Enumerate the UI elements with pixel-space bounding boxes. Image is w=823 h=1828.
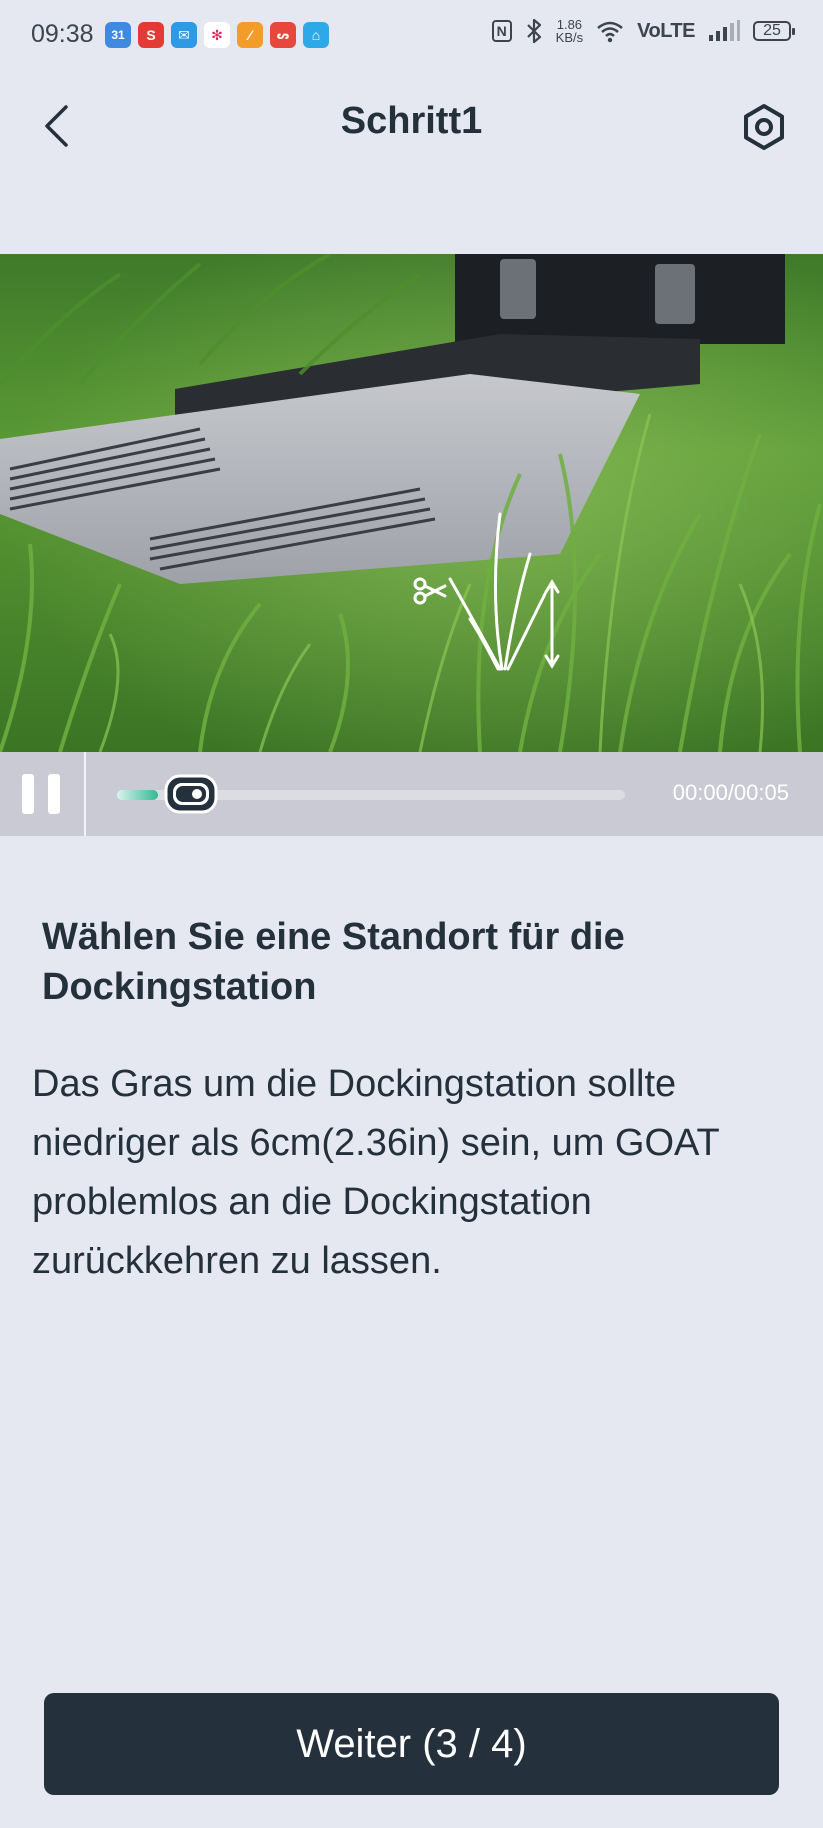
- red-app-icon: ᔕ: [270, 22, 296, 48]
- fix-app-icon: ⁄: [237, 22, 263, 48]
- status-bar: 09:38 31 S ✉ ✻ ⁄ ᔕ ⌂ N 1.86 KB/s VoLTE 2…: [0, 0, 823, 72]
- pause-icon: [22, 774, 34, 814]
- signal-icon: [709, 20, 740, 41]
- home-app-icon: ⌂: [303, 22, 329, 48]
- video-controls: 00:00/00:05: [0, 752, 823, 836]
- pause-icon-bar: [48, 774, 60, 814]
- top-bar: Schritt1: [0, 80, 823, 170]
- gear-icon: [744, 104, 784, 150]
- video-time: 00:00/00:05: [672, 780, 789, 805]
- pause-button[interactable]: [0, 752, 86, 836]
- next-button[interactable]: Weiter (3 / 4): [44, 1693, 779, 1795]
- battery-icon: 25: [753, 21, 795, 41]
- status-time: 09:38: [31, 20, 94, 48]
- progress-thumb-mower-icon[interactable]: [163, 772, 221, 816]
- nfc-icon: N: [491, 20, 512, 42]
- video-progress-fill: [117, 790, 158, 800]
- video-player[interactable]: [0, 254, 823, 752]
- bluetooth-icon: [526, 18, 541, 44]
- volte-label: VoLTE: [637, 19, 695, 42]
- calendar-icon: 31: [105, 22, 131, 48]
- step-description: Das Gras um die Dockingstation sollte ni…: [32, 1063, 720, 1282]
- settings-button[interactable]: [739, 102, 789, 152]
- slack-icon: ✻: [204, 22, 230, 48]
- s-app-icon: S: [138, 22, 164, 48]
- notification-icons: 31 S ✉ ✻ ⁄ ᔕ ⌂: [105, 22, 329, 48]
- network-speed: 1.86 KB/s: [556, 18, 583, 44]
- status-right: N 1.86 KB/s VoLTE 25: [491, 18, 795, 44]
- page-title: Schritt1: [340, 100, 483, 142]
- docking-station-video-frame: [0, 254, 823, 752]
- step-heading: Wählen Sie eine Standort für die Docking…: [42, 916, 625, 1008]
- mail-icon: ✉: [171, 22, 197, 48]
- speed-unit: KB/s: [555, 30, 584, 45]
- wifi-icon: [597, 21, 623, 43]
